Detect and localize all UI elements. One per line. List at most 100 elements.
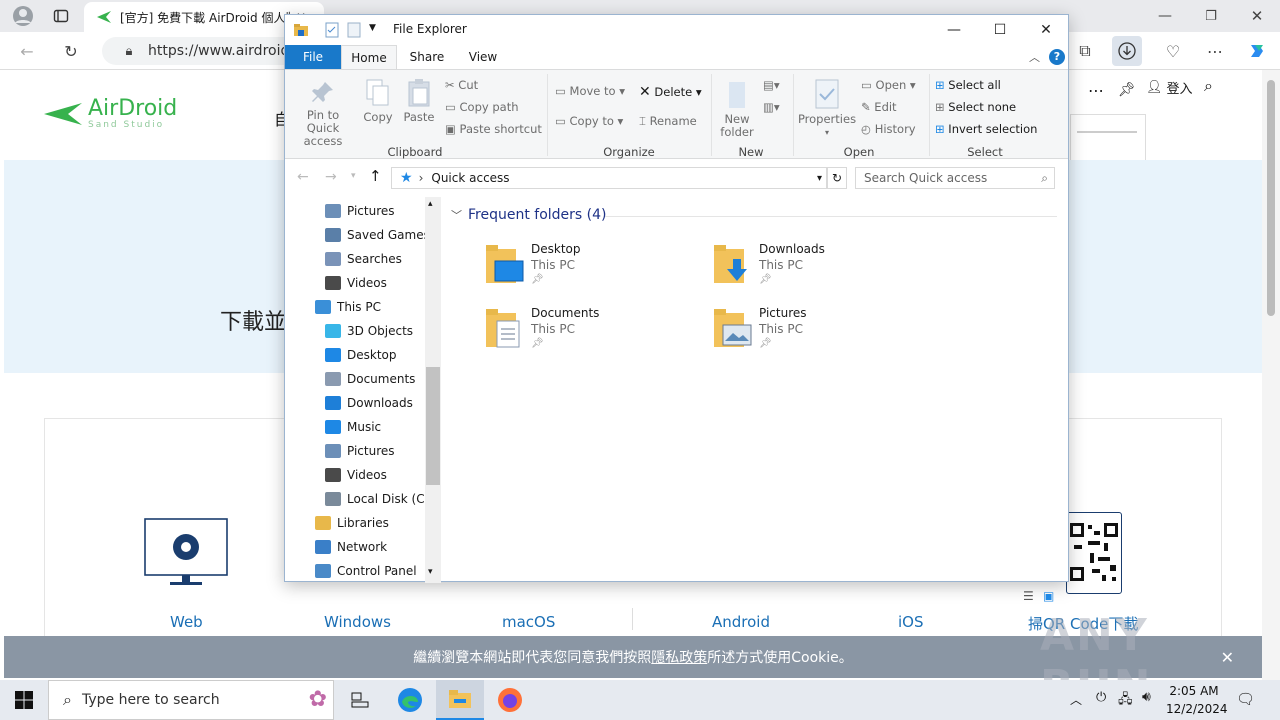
- browser-essentials-icon[interactable]: ♡: [1158, 36, 1188, 66]
- tab-home[interactable]: Home: [341, 45, 397, 69]
- paste-shortcut-button[interactable]: ▣ Paste shortcut: [445, 122, 542, 136]
- recent-locations-icon[interactable]: ▾: [351, 171, 356, 181]
- nav-item[interactable]: Documents: [325, 367, 415, 391]
- web-platform-icon[interactable]: [144, 518, 228, 588]
- page-scrollbar[interactable]: [1262, 70, 1280, 680]
- nav-back-icon[interactable]: ←: [297, 169, 309, 185]
- help-icon[interactable]: ?: [1049, 49, 1065, 65]
- copy-button[interactable]: Copy: [361, 78, 395, 124]
- platform-android[interactable]: Android: [712, 613, 770, 631]
- address-bar[interactable]: ★ › Quick access ▾: [391, 167, 827, 189]
- split-screen-icon[interactable]: ⧉: [1070, 36, 1100, 66]
- file-explorer-taskbar-icon[interactable]: [436, 680, 484, 720]
- tab-file[interactable]: File: [285, 45, 341, 69]
- refresh-icon[interactable]: ↻: [56, 36, 86, 66]
- platform-macos[interactable]: macOS: [502, 613, 555, 631]
- volume-icon[interactable]: 🔊︎: [1142, 689, 1151, 705]
- network-icon[interactable]: 🖧︎: [1118, 690, 1133, 712]
- edit-button[interactable]: ✎ Edit: [861, 100, 897, 114]
- copilot-icon[interactable]: [1242, 36, 1272, 66]
- tab-share[interactable]: Share: [401, 45, 453, 69]
- new-folder-button[interactable]: New folder: [715, 80, 759, 139]
- nav-item[interactable]: Searches: [325, 247, 402, 271]
- details-view-icon[interactable]: ☰: [1023, 589, 1034, 603]
- login-link[interactable]: 👤︎ 登入: [1146, 78, 1193, 97]
- nav-item[interactable]: 3D Objects: [325, 319, 413, 343]
- frequent-folders-header[interactable]: ﹀ Frequent folders (4): [451, 207, 607, 223]
- nav-item[interactable]: This PC: [315, 295, 381, 319]
- folder-documents[interactable]: Documents This PC 📌︎: [485, 305, 705, 361]
- select-all-button[interactable]: ⊞ Select all: [935, 78, 1001, 92]
- nav-item[interactable]: Videos: [325, 463, 387, 487]
- nav-item[interactable]: Desktop: [325, 343, 397, 367]
- address-dropdown-icon[interactable]: ▾: [817, 173, 822, 184]
- privacy-policy-link[interactable]: 隱私政策: [651, 647, 707, 667]
- notifications-icon[interactable]: 🗨︎: [1236, 690, 1255, 708]
- nav-item[interactable]: Music: [325, 415, 381, 439]
- back-icon[interactable]: ←: [12, 36, 42, 66]
- close-browser-icon[interactable]: ✕: [1242, 1, 1272, 31]
- nav-forward-icon[interactable]: →: [325, 169, 337, 185]
- profile-icon[interactable]: [8, 1, 38, 31]
- new-item-icon[interactable]: ▤▾: [763, 78, 780, 92]
- platform-web[interactable]: Web: [170, 613, 203, 631]
- restore-browser-icon[interactable]: ❐: [1196, 1, 1226, 31]
- pin-to-quick-access-button[interactable]: Pin to Quick access: [289, 80, 357, 148]
- search-quick-access-input[interactable]: Search Quick access ⌕: [855, 167, 1055, 189]
- downloads-icon[interactable]: [1112, 36, 1142, 66]
- more-icon[interactable]: ⋯: [1088, 81, 1104, 100]
- menu-icon[interactable]: ⋯: [1200, 36, 1230, 66]
- refresh-address-icon[interactable]: ↻: [827, 167, 847, 189]
- folder-pictures[interactable]: Pictures This PC 📌︎: [713, 305, 933, 361]
- nav-pane-scrollbar[interactable]: ▴ ▾: [425, 197, 441, 583]
- qat-dropdown-icon[interactable]: ▼: [369, 23, 376, 33]
- nav-item[interactable]: Saved Games: [325, 223, 430, 247]
- system-clock[interactable]: 2:05 AM 12/2/2024: [1166, 682, 1228, 718]
- explorer-minimize-icon[interactable]: —: [931, 15, 977, 45]
- scroll-up-icon[interactable]: ▴: [428, 199, 433, 209]
- nav-item[interactable]: Local Disk (C:): [325, 487, 433, 511]
- platform-ios[interactable]: iOS: [898, 613, 924, 631]
- lock-icon[interactable]: 🔒︎: [114, 36, 144, 66]
- nav-scroll-thumb[interactable]: [426, 367, 440, 485]
- tab-view[interactable]: View: [457, 45, 509, 69]
- open-button[interactable]: ▭ Open ▾: [861, 78, 916, 92]
- airdroid-logo[interactable]: AirDroid Sand Studio: [44, 98, 177, 130]
- qat-properties-icon[interactable]: [325, 22, 339, 41]
- nav-up-icon[interactable]: ↑: [369, 167, 382, 185]
- large-icons-view-icon[interactable]: ▣: [1043, 589, 1054, 603]
- explorer-maximize-icon[interactable]: ☐: [977, 15, 1023, 45]
- show-hidden-icons-icon[interactable]: ︿: [1070, 691, 1082, 708]
- cut-button[interactable]: ✂︎ Cut: [445, 78, 478, 92]
- nav-item[interactable]: Control Panel: [315, 559, 417, 583]
- delete-button[interactable]: ✕ Delete ▾: [639, 84, 702, 100]
- explorer-close-icon[interactable]: ✕: [1023, 15, 1069, 45]
- nav-item[interactable]: Pictures: [325, 439, 395, 463]
- rename-button[interactable]: ⌶ Rename: [639, 114, 697, 129]
- invert-selection-button[interactable]: ⊞ Invert selection: [935, 122, 1037, 136]
- ribbon-collapse-icon[interactable]: ︿: [1029, 49, 1040, 65]
- minimize-browser-icon[interactable]: —: [1150, 1, 1180, 31]
- nav-item[interactable]: Downloads: [325, 391, 413, 415]
- nav-item[interactable]: Libraries: [315, 511, 389, 535]
- qat-new-folder-icon[interactable]: [347, 22, 361, 41]
- scroll-down-icon[interactable]: ▾: [428, 567, 433, 577]
- properties-button[interactable]: Properties ▾: [797, 78, 857, 139]
- copy-path-button[interactable]: ▭ Copy path: [445, 100, 519, 114]
- site-search-icon[interactable]: ⌕: [1204, 76, 1213, 96]
- nav-item[interactable]: Network: [315, 535, 387, 559]
- task-view-icon[interactable]: [336, 680, 384, 720]
- move-to-button[interactable]: ▭ Move to ▾: [555, 84, 625, 98]
- tab-actions-icon[interactable]: [46, 1, 76, 31]
- folder-desktop[interactable]: Desktop This PC 📌︎: [485, 241, 705, 297]
- copy-to-button[interactable]: ▭ Copy to ▾: [555, 114, 623, 128]
- device-icon[interactable]: ⏻: [1096, 690, 1106, 705]
- easy-access-icon[interactable]: ▥▾: [763, 100, 780, 114]
- start-button[interactable]: [0, 680, 48, 720]
- paste-button[interactable]: Paste: [401, 78, 437, 124]
- history-button[interactable]: ◴ History: [861, 122, 916, 136]
- select-none-button[interactable]: ⊞ Select none: [935, 100, 1016, 114]
- nav-item[interactable]: Videos: [325, 271, 387, 295]
- nav-item[interactable]: Pictures: [325, 199, 395, 223]
- folder-downloads[interactable]: Downloads This PC 📌︎: [713, 241, 933, 297]
